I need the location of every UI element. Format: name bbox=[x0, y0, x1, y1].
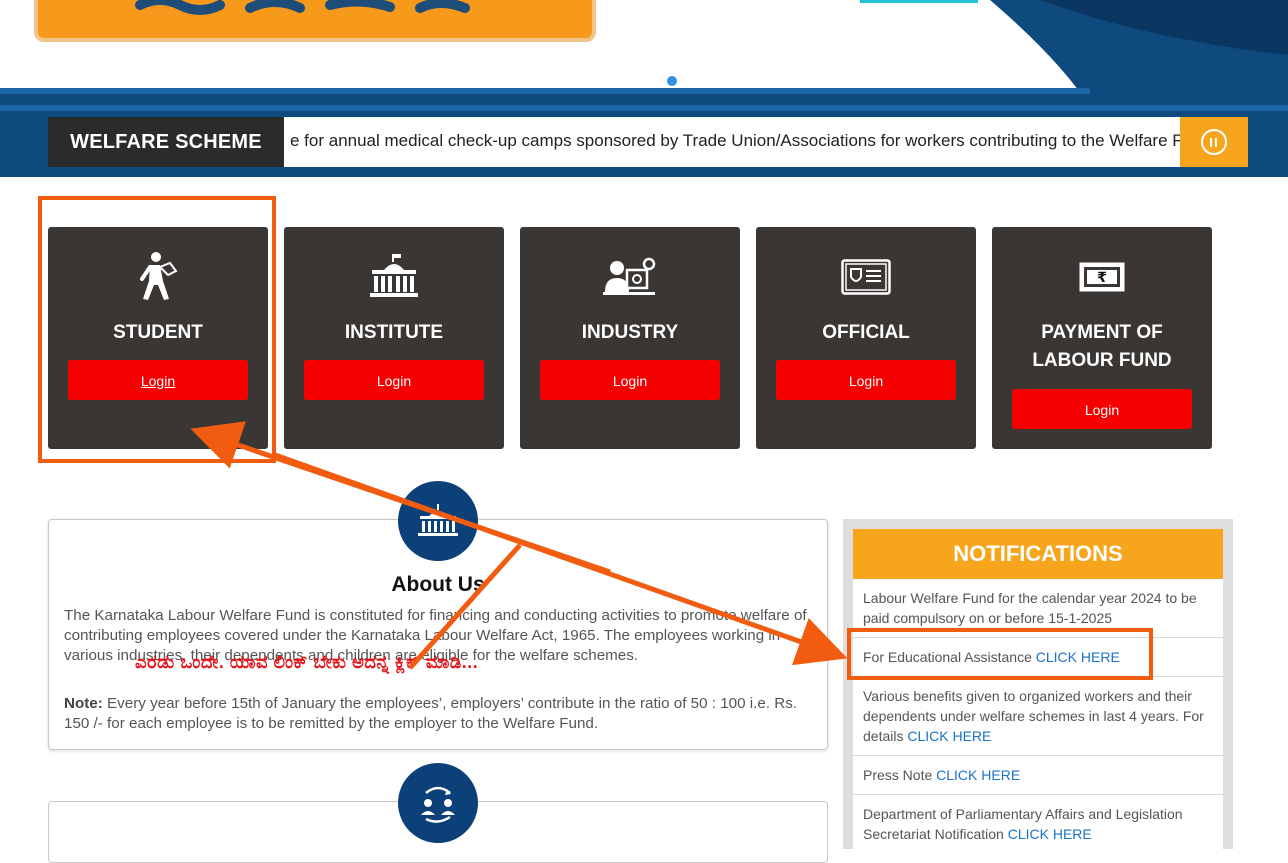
card-title-line-2: LABOUR FUND bbox=[1032, 350, 1172, 371]
annotation-highlight-educational bbox=[847, 628, 1153, 680]
about-note: Note: Every year before 15th of January … bbox=[64, 694, 816, 734]
card-institute: INSTITUTE Login bbox=[284, 227, 504, 449]
payment-login-button[interactable]: Login bbox=[1012, 389, 1192, 429]
note-text: Every year before 15th of January the em… bbox=[64, 695, 798, 732]
card-title: INSTITUTE bbox=[344, 322, 444, 343]
note-label: Note: bbox=[64, 695, 103, 712]
card-title: PAYMENT OF LABOUR FUND bbox=[992, 319, 1212, 375]
svg-text:₹: ₹ bbox=[1097, 270, 1107, 286]
top-banner bbox=[0, 0, 1288, 107]
official-login-button[interactable]: Login bbox=[776, 360, 956, 400]
building-icon bbox=[398, 481, 478, 561]
banner-graphic bbox=[0, 0, 1288, 107]
industry-icon bbox=[520, 249, 740, 305]
notifications-list[interactable]: Labour Welfare Fund for the calendar yea… bbox=[853, 579, 1223, 849]
card-title-line-1: PAYMENT OF bbox=[1041, 322, 1163, 343]
institute-icon bbox=[284, 249, 504, 305]
people-exchange-icon bbox=[398, 763, 478, 843]
press-note-link[interactable]: CLICK HERE bbox=[936, 767, 1020, 783]
ticker-pause-button[interactable] bbox=[1180, 117, 1248, 167]
notifications-title: NOTIFICATIONS bbox=[853, 529, 1223, 579]
institute-login-button[interactable]: Login bbox=[304, 360, 484, 400]
benefits-details-link[interactable]: CLICK HERE bbox=[907, 728, 991, 744]
industry-login-button[interactable]: Login bbox=[540, 360, 720, 400]
card-official: OFFICIAL Login bbox=[756, 227, 976, 449]
notification-item: Press Note CLICK HERE bbox=[853, 756, 1223, 795]
carousel-dot[interactable] bbox=[667, 76, 677, 86]
card-title: INDUSTRY bbox=[581, 322, 679, 343]
ticker-text: e for annual medical check-up camps spon… bbox=[290, 131, 1180, 150]
card-payment-labour-fund: ₹ PAYMENT OF LABOUR FUND Login bbox=[992, 227, 1212, 449]
notification-item: Department of Parliamentary Affairs and … bbox=[853, 795, 1223, 849]
notification-text: Labour Welfare Fund for the calendar yea… bbox=[863, 590, 1197, 626]
pause-icon bbox=[1201, 129, 1227, 155]
about-title: About Us bbox=[391, 573, 485, 596]
ticker-label: WELFARE SCHEME bbox=[48, 117, 284, 167]
annotation-highlight-student bbox=[38, 196, 276, 463]
card-industry: INDUSTRY Login bbox=[520, 227, 740, 449]
official-id-icon bbox=[756, 249, 976, 305]
secretariat-notification-link[interactable]: CLICK HERE bbox=[1008, 826, 1092, 842]
rupee-note-icon: ₹ bbox=[992, 249, 1212, 305]
annotation-kannada-text: ಎರಡು ಒಂದೇ. ಯಾವ ಲಿಂಕ್ ಬೇಕು ಅದನ್ನ ಕ್ಲಿಕ್ ಮ… bbox=[135, 652, 479, 672]
ticker-marquee[interactable]: e for annual medical check-up camps spon… bbox=[284, 117, 1180, 167]
card-title: OFFICIAL bbox=[822, 322, 910, 343]
notification-text: Press Note bbox=[863, 767, 937, 783]
notification-item: Various benefits given to organized work… bbox=[853, 677, 1223, 756]
